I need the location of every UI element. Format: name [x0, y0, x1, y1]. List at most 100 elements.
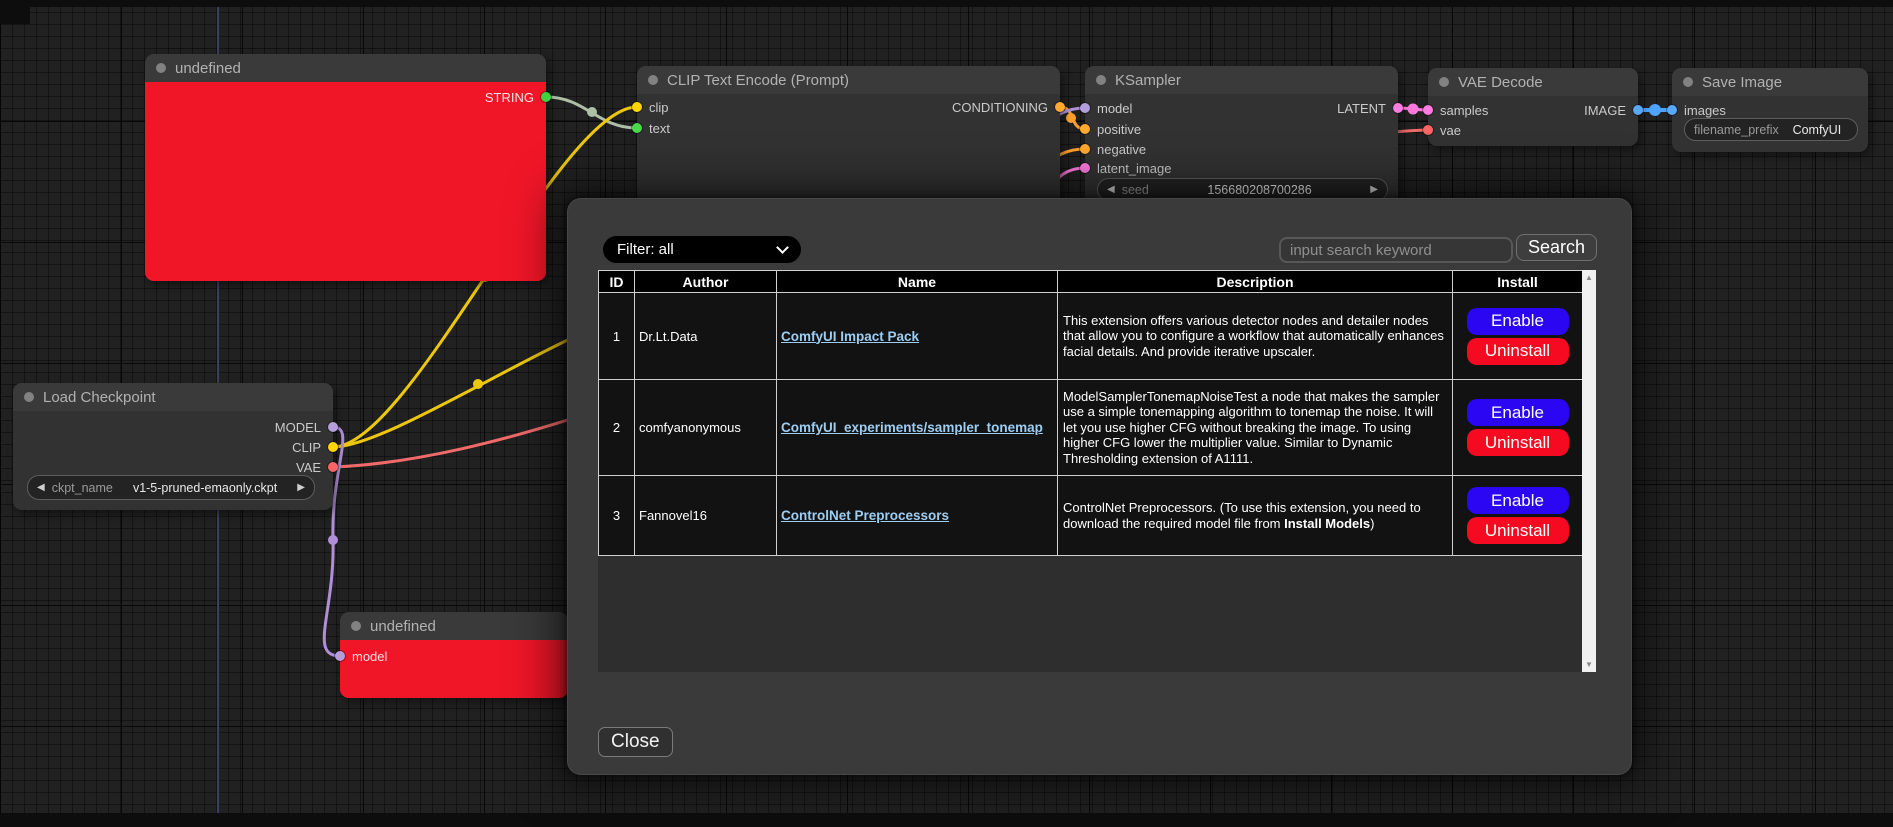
- output-slot-string[interactable]: STRING: [485, 87, 551, 107]
- enable-button[interactable]: Enable: [1467, 399, 1569, 426]
- input-slot-positive[interactable]: positive: [1080, 119, 1141, 139]
- input-slot-model[interactable]: model: [335, 646, 387, 666]
- output-dot-icon[interactable]: [328, 442, 338, 452]
- uninstall-button[interactable]: Uninstall: [1467, 517, 1569, 544]
- input-dot-icon[interactable]: [1080, 144, 1090, 154]
- cell-name: ControlNet Preprocessors: [777, 476, 1058, 556]
- node-undefined-string[interactable]: undefined STRING: [145, 54, 546, 281]
- filename-prefix-widget[interactable]: filename_prefix ComfyUI: [1684, 118, 1858, 141]
- output-slot-model[interactable]: MODEL: [275, 417, 338, 437]
- cell-install: Enable Uninstall: [1453, 476, 1583, 556]
- cell-name: ComfyUI Impact Pack: [777, 293, 1058, 380]
- node-status-dot-icon: [24, 392, 34, 402]
- node-status-dot-icon: [1683, 77, 1693, 87]
- input-slot-clip[interactable]: clip: [632, 97, 669, 117]
- node-title: undefined: [175, 60, 241, 77]
- output-dot-icon[interactable]: [328, 422, 338, 432]
- node-title: CLIP Text Encode (Prompt): [667, 72, 849, 89]
- output-dot-icon[interactable]: [1633, 105, 1643, 115]
- widget-value: 156680208700286: [1156, 183, 1363, 197]
- node-status-dot-icon: [351, 621, 361, 631]
- output-slot-clip[interactable]: CLIP: [292, 437, 338, 457]
- input-slot-text[interactable]: text: [632, 118, 670, 138]
- input-dot-icon[interactable]: [632, 102, 642, 112]
- slot-label: model: [352, 649, 387, 664]
- extension-table: IDAuthorNameDescriptionInstall 1Dr.Lt.Da…: [598, 270, 1583, 556]
- node-title: KSampler: [1115, 72, 1181, 89]
- input-slot-vae[interactable]: vae: [1423, 120, 1461, 140]
- ckpt-name-widget[interactable]: ◀ ckpt_name v1-5-pruned-emaonly.ckpt ▶: [27, 475, 315, 500]
- node-load-checkpoint[interactable]: Load Checkpoint MODEL CLIP VAE ◀ ckpt_na…: [13, 383, 333, 510]
- output-slot-latent[interactable]: LATENT: [1337, 98, 1403, 118]
- widget-name: seed: [1122, 183, 1149, 197]
- enable-button[interactable]: Enable: [1467, 487, 1569, 514]
- decrement-arrow-icon[interactable]: ◀: [1107, 184, 1115, 195]
- extension-link[interactable]: ComfyUI_experiments/sampler_tonemap: [781, 420, 1043, 435]
- description-text: ): [1370, 516, 1374, 531]
- node-title-bar[interactable]: KSampler: [1085, 66, 1398, 94]
- table-scrollbar[interactable]: ▲ ▼: [1582, 270, 1596, 672]
- enable-button[interactable]: Enable: [1467, 308, 1569, 335]
- slot-label: MODEL: [275, 420, 321, 435]
- node-title-bar[interactable]: VAE Decode: [1428, 68, 1638, 96]
- node-save-image[interactable]: Save Image images filename_prefix ComfyU…: [1672, 68, 1868, 152]
- node-title-bar[interactable]: CLIP Text Encode (Prompt): [637, 66, 1060, 94]
- input-dot-icon[interactable]: [1667, 105, 1677, 115]
- increment-arrow-icon[interactable]: ▶: [1370, 184, 1378, 195]
- uninstall-button[interactable]: Uninstall: [1467, 338, 1569, 365]
- uninstall-button[interactable]: Uninstall: [1467, 429, 1569, 456]
- table-header-row: IDAuthorNameDescriptionInstall: [599, 271, 1583, 293]
- extension-link[interactable]: ControlNet Preprocessors: [781, 508, 949, 523]
- node-vae-decode[interactable]: VAE Decode samples vae IMAGE: [1428, 68, 1638, 146]
- node-body: model: [340, 640, 568, 698]
- node-title-bar[interactable]: Load Checkpoint: [13, 383, 333, 411]
- cell-install: Enable Uninstall: [1453, 293, 1583, 380]
- input-dot-icon[interactable]: [632, 123, 642, 133]
- node-title: Load Checkpoint: [43, 389, 156, 406]
- input-dot-icon[interactable]: [1080, 124, 1090, 134]
- node-status-dot-icon: [648, 75, 658, 85]
- description-text: Install Models: [1284, 516, 1370, 531]
- extension-link[interactable]: ComfyUI Impact Pack: [781, 329, 919, 344]
- filter-select[interactable]: Filter: all: [603, 236, 801, 263]
- scroll-up-icon[interactable]: ▲: [1582, 273, 1596, 282]
- chevron-down-icon: [776, 241, 789, 254]
- output-slot-vae[interactable]: VAE: [296, 457, 338, 477]
- input-slot-samples[interactable]: samples: [1423, 100, 1488, 120]
- previous-arrow-icon[interactable]: ◀: [37, 482, 45, 493]
- output-slot-image[interactable]: IMAGE: [1584, 100, 1643, 120]
- node-body: samples vae IMAGE: [1428, 96, 1638, 146]
- output-dot-icon[interactable]: [1393, 103, 1403, 113]
- input-dot-icon[interactable]: [335, 651, 345, 661]
- input-dot-icon[interactable]: [1423, 105, 1433, 115]
- input-slot-model[interactable]: model: [1080, 98, 1132, 118]
- input-slot-latent-image[interactable]: latent_image: [1080, 158, 1171, 178]
- slot-label: clip: [649, 100, 669, 115]
- slot-label: CONDITIONING: [952, 100, 1048, 115]
- node-title-bar[interactable]: undefined: [145, 54, 546, 82]
- window-edge-top: [0, 0, 1893, 7]
- node-title-bar[interactable]: Save Image: [1672, 68, 1868, 96]
- input-dot-icon[interactable]: [1080, 103, 1090, 113]
- input-slot-images[interactable]: images: [1667, 100, 1726, 120]
- input-dot-icon[interactable]: [1080, 163, 1090, 173]
- input-dot-icon[interactable]: [1423, 125, 1433, 135]
- output-dot-icon[interactable]: [541, 92, 551, 102]
- output-dot-icon[interactable]: [1055, 102, 1065, 112]
- wire-midpoint-dot: [1649, 104, 1661, 116]
- search-button[interactable]: Search: [1516, 234, 1597, 261]
- output-dot-icon[interactable]: [328, 462, 338, 472]
- scroll-down-icon[interactable]: ▼: [1582, 660, 1596, 669]
- extension-table-container: IDAuthorNameDescriptionInstall 1Dr.Lt.Da…: [598, 270, 1596, 672]
- close-button[interactable]: Close: [598, 727, 673, 757]
- cell-id: 2: [599, 380, 635, 476]
- node-title: Save Image: [1702, 74, 1782, 91]
- cell-id: 3: [599, 476, 635, 556]
- node-undefined-model[interactable]: undefined model: [340, 612, 568, 698]
- search-input[interactable]: [1279, 237, 1513, 263]
- output-slot-conditioning[interactable]: CONDITIONING: [952, 97, 1065, 117]
- node-body: STRING: [145, 82, 546, 281]
- next-arrow-icon[interactable]: ▶: [297, 482, 305, 493]
- input-slot-negative[interactable]: negative: [1080, 139, 1146, 159]
- node-title-bar[interactable]: undefined: [340, 612, 568, 640]
